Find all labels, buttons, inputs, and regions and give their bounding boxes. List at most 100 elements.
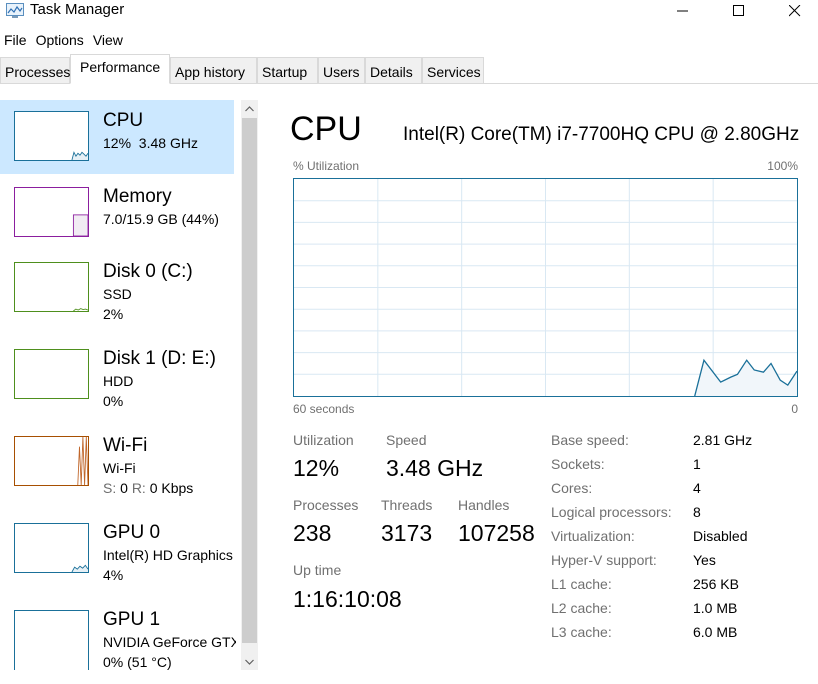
sidebar-item-gpu-0[interactable]: GPU 0 Intel(R) HD Graphics 4% xyxy=(0,512,234,586)
cpu-thumbnail-graph xyxy=(71,151,88,160)
tab-app-history[interactable]: App history xyxy=(170,57,257,83)
l2-cache-label: L2 cache: xyxy=(551,600,612,616)
minimize-button[interactable] xyxy=(660,0,706,22)
cpu-utilization-chart xyxy=(294,179,797,396)
close-button[interactable] xyxy=(772,0,818,22)
sidebar-item-adapter: Intel(R) HD Graphics xyxy=(103,547,233,563)
send-label: S: xyxy=(103,480,117,496)
minimize-icon xyxy=(677,10,688,12)
graph-y-label: % Utilization xyxy=(293,159,360,173)
disk-0-thumbnail-graph xyxy=(73,308,88,311)
cpu-utilization-graph xyxy=(293,178,798,397)
sidebar-item-throughput: S: 0 R: 0 Kbps xyxy=(103,480,193,496)
l2-cache-value: 1.0 MB xyxy=(693,600,738,616)
close-icon xyxy=(789,5,801,17)
sidebar-item-title: Wi-Fi xyxy=(103,435,148,456)
uptime-value: 1:16:10:08 xyxy=(293,586,402,612)
l3-cache-label: L3 cache: xyxy=(551,624,612,640)
tab-processes[interactable]: Processes xyxy=(0,57,70,83)
handles-value: 107258 xyxy=(458,520,535,546)
cpu-model: Intel(R) Core(TM) i7-7700HQ CPU @ 2.80GH… xyxy=(403,124,800,145)
processes-label: Processes xyxy=(293,497,359,513)
disk-0-thumbnail xyxy=(14,262,89,312)
sidebar-item-memory[interactable]: Memory 7.0/15.9 GB (44%) xyxy=(0,176,234,250)
sidebar-item-adapter: NVIDIA GeForce GTX xyxy=(103,634,236,650)
sidebar-item-title: CPU xyxy=(103,110,144,131)
task-manager-icon xyxy=(6,3,24,18)
uptime-label: Up time xyxy=(293,562,342,578)
cores-value: 4 xyxy=(693,480,701,496)
handles-label: Handles xyxy=(458,497,510,513)
l1-cache-value: 256 KB xyxy=(693,576,739,592)
menu-file[interactable]: File xyxy=(0,30,32,52)
sidebar-item-type: HDD xyxy=(103,373,134,389)
menu-bar: File Options View xyxy=(0,30,128,52)
scroll-down-button[interactable] xyxy=(241,653,258,670)
utilization-label: Utilization xyxy=(293,432,354,448)
sidebar-item-wifi[interactable]: Wi-Fi Wi-Fi S: 0 R: 0 Kbps xyxy=(0,425,234,499)
tab-users[interactable]: Users xyxy=(318,57,365,83)
hyper-v-value: Yes xyxy=(693,552,716,568)
memory-usage-block xyxy=(72,214,88,236)
threads-value: 3173 xyxy=(381,520,433,546)
cores-label: Cores: xyxy=(551,480,593,496)
tab-services[interactable]: Services xyxy=(422,57,484,83)
receive-value: 0 Kbps xyxy=(149,480,194,496)
graph-x-label-right: 0 xyxy=(791,402,798,416)
memory-thumbnail-graph xyxy=(72,214,88,236)
sidebar-item-usage: 0% xyxy=(103,393,124,409)
sidebar-item-cpu[interactable]: CPU 12% 3.48 GHz xyxy=(0,100,234,174)
logical-processors-label: Logical processors: xyxy=(551,504,672,520)
sidebar-item-title: GPU 1 xyxy=(103,609,161,630)
chevron-down-icon xyxy=(245,659,254,665)
virtualization-value: Disabled xyxy=(693,528,748,544)
sidebar-scrollbar[interactable] xyxy=(241,100,258,670)
gpu-0-thumbnail-graph xyxy=(71,564,88,572)
tab-startup[interactable]: Startup xyxy=(257,57,318,83)
gpu-0-thumbnail xyxy=(14,523,89,573)
hyper-v-label: Hyper-V support: xyxy=(551,552,657,568)
send-value: 0 xyxy=(120,480,128,496)
memory-thumbnail xyxy=(14,187,89,237)
maximize-icon xyxy=(733,5,744,16)
base-speed-label: Base speed: xyxy=(551,432,629,448)
sidebar-item-disk-0[interactable]: Disk 0 (C:) SSD 2% xyxy=(0,251,234,325)
window-title: Task Manager xyxy=(30,1,125,18)
thumbnail-line xyxy=(77,437,88,485)
receive-label: R: xyxy=(131,480,146,496)
sidebar-item-title: Disk 1 (D: E:) xyxy=(103,348,216,369)
tab-details[interactable]: Details xyxy=(365,57,422,83)
sidebar-item-usage: 4% xyxy=(103,567,124,583)
graph-x-label-left: 60 seconds xyxy=(293,402,355,416)
sidebar-item-title: Memory xyxy=(103,186,172,207)
sockets-label: Sockets: xyxy=(551,456,605,472)
thumbnail-line xyxy=(73,308,88,311)
maximize-button[interactable] xyxy=(716,0,762,22)
disk-1-thumbnail xyxy=(14,349,89,399)
sidebar-item-title: GPU 0 xyxy=(103,522,161,543)
virtualization-label: Virtualization: xyxy=(551,528,635,544)
base-speed-value: 2.81 GHz xyxy=(693,432,753,448)
sockets-value: 1 xyxy=(693,456,701,472)
title-bar: Task Manager xyxy=(0,0,818,26)
scrollbar-thumb[interactable] xyxy=(242,118,257,643)
l3-cache-value: 6.0 MB xyxy=(693,624,738,640)
resource-sidebar: CPU 12% 3.48 GHz Memory 7.0/15.9 GB (44%… xyxy=(0,100,236,684)
sidebar-item-usage: 2% xyxy=(103,306,124,322)
sidebar-item-title: Disk 0 (C:) xyxy=(103,261,193,282)
scroll-up-button[interactable] xyxy=(241,100,258,117)
sidebar-item-usage: 0% (51 °C) xyxy=(103,654,172,670)
cpu-utilization-area xyxy=(694,360,797,396)
tab-performance[interactable]: Performance xyxy=(70,54,170,84)
tab-bar: Processes Performance App history Startu… xyxy=(0,54,818,84)
sidebar-item-detail: 12% 3.48 GHz xyxy=(103,135,198,151)
l1-cache-label: L1 cache: xyxy=(551,576,612,592)
utilization-value: 12% xyxy=(293,455,340,481)
menu-options[interactable]: Options xyxy=(32,30,89,52)
menu-view[interactable]: View xyxy=(89,30,128,52)
gpu-1-thumbnail xyxy=(14,610,89,670)
sidebar-item-disk-1[interactable]: Disk 1 (D: E:) HDD 0% xyxy=(0,338,234,412)
logical-processors-value: 8 xyxy=(693,504,701,520)
sidebar-item-detail: 7.0/15.9 GB (44%) xyxy=(103,211,219,227)
sidebar-item-gpu-1[interactable]: GPU 1 NVIDIA GeForce GTX 0% (51 °C) xyxy=(0,599,236,673)
